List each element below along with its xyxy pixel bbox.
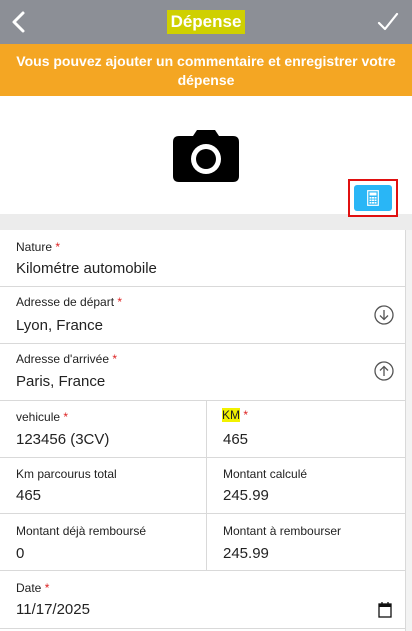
nature-label: Nature * [16,240,61,254]
column-divider [206,458,207,513]
arrow-down-circle-icon[interactable] [374,305,394,325]
vehicle-km-row: vehicule * 123456 (3CV) KM * 465 [0,401,406,458]
vehicle-value[interactable]: 123456 (3CV) [16,431,109,448]
info-banner: Vous pouvez ajouter un commentaire et en… [0,44,412,96]
already-reimbursed-label: Montant déjà remboursé [16,524,147,538]
arrival-row[interactable]: Adresse d'arrivée * Paris, France [0,344,406,401]
departure-value: Lyon, France [16,317,103,334]
already-reimbursed-value: 0 [16,545,25,562]
vehicle-label: vehicule * [16,410,69,424]
reimbursement-row: Montant déjà remboursé 0 Montant à rembo… [0,514,406,571]
to-reimburse-label: Montant à rembourser [223,524,342,538]
date-row[interactable]: Date * 11/17/2025 [0,571,406,629]
arrow-up-circle-icon[interactable] [374,361,394,381]
departure-row[interactable]: Adresse de départ * Lyon, France [0,287,406,344]
date-value[interactable]: 11/17/2025 [16,601,90,618]
km-total-label: Km parcourus total [16,467,117,481]
scrollbar[interactable] [406,230,412,631]
computed-amount-value: 245.99 [223,487,269,504]
page-title: Dépense [166,10,246,34]
column-divider [206,401,207,457]
computed-amount-label: Montant calculé [223,467,308,481]
calculator-icon [367,190,379,206]
totals-row: Km parcourus total 465 Montant calculé 2… [0,458,406,514]
checkmark-icon[interactable] [374,8,402,36]
to-reimburse-value: 245.99 [223,545,269,562]
km-label: KM * [222,408,249,422]
column-divider [206,514,207,570]
calculator-button[interactable] [348,179,398,217]
arrival-value: Paris, France [16,373,106,390]
arrival-label: Adresse d'arrivée * [16,352,118,366]
date-label: Date * [16,581,50,595]
departure-label: Adresse de départ * [16,295,123,309]
camera-icon[interactable] [173,130,239,182]
km-total-value: 465 [16,487,42,504]
nature-value: Kilométre automobile [16,260,157,277]
calculator-button-face [354,185,392,211]
title-wrapper: Dépense [0,0,412,44]
calendar-icon[interactable] [378,602,392,618]
km-value[interactable]: 465 [223,431,248,448]
expense-form: Nature * Kilométre automobile Adresse de… [0,230,406,631]
nature-row[interactable]: Nature * Kilométre automobile [0,230,406,287]
